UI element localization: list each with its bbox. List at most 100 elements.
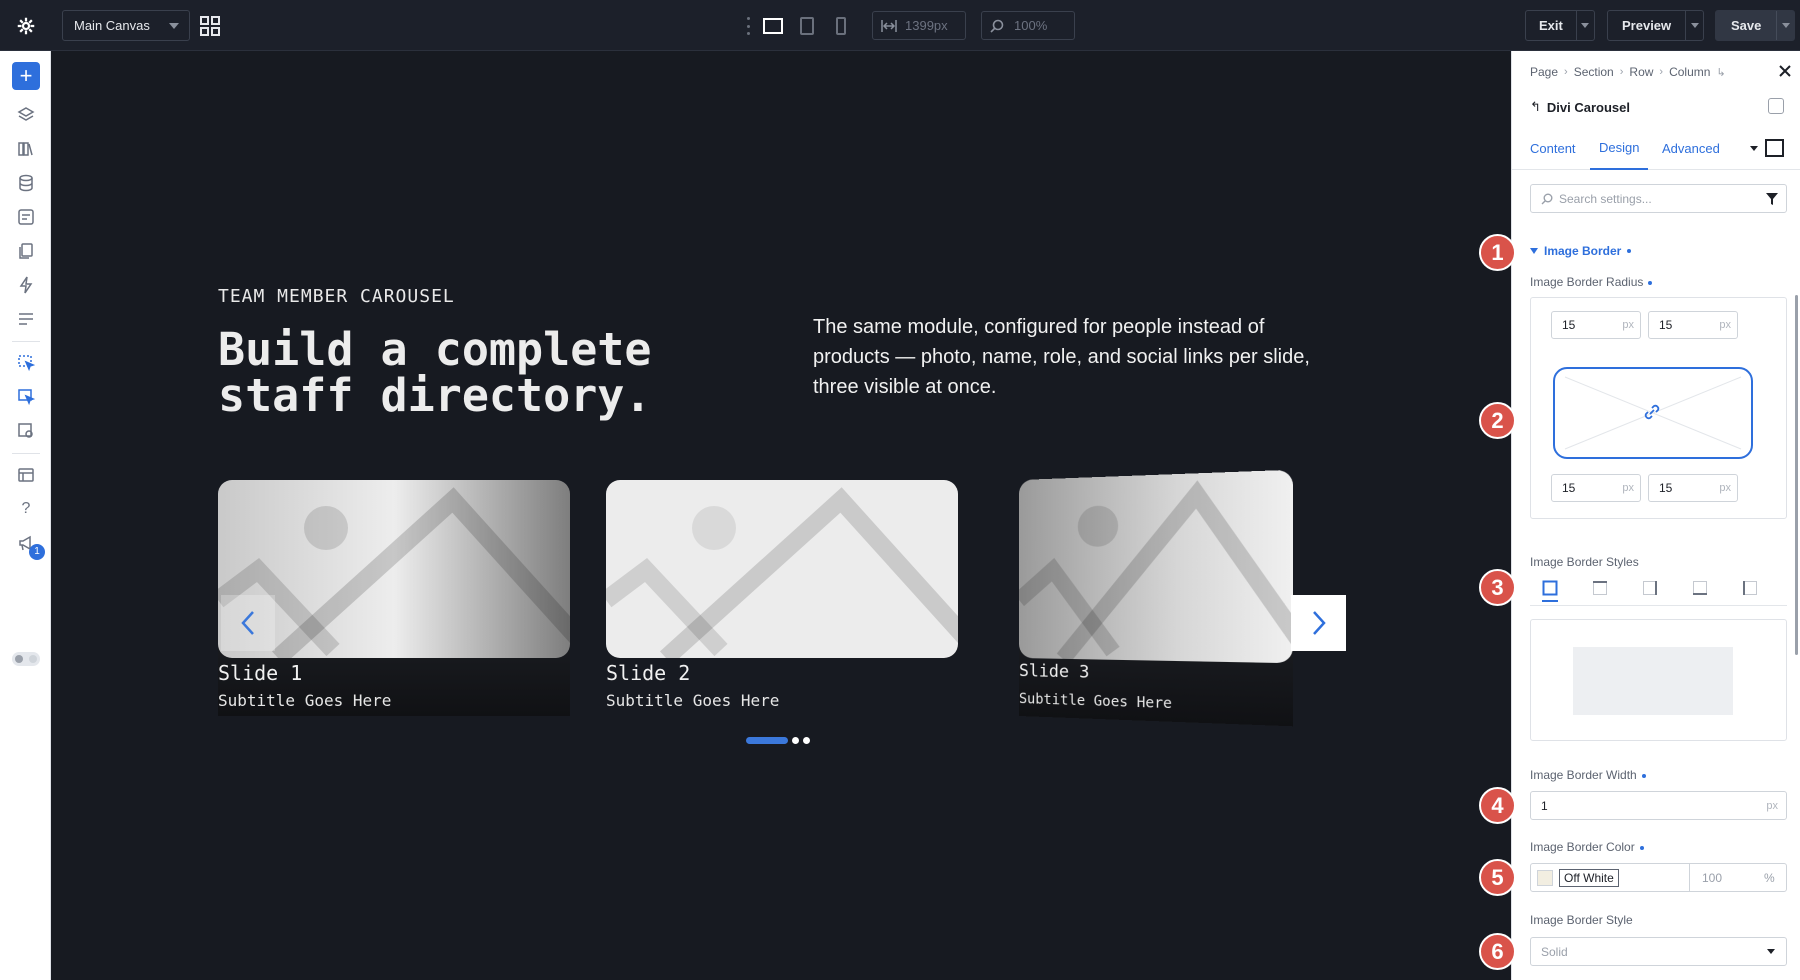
filter-icon[interactable]	[1766, 193, 1778, 205]
radius-bottom-left-input[interactable]: 15 px	[1551, 474, 1641, 502]
border-width-input[interactable]: 1 px	[1530, 791, 1787, 820]
slide-image-placeholder	[606, 480, 958, 658]
chevron-left-icon	[241, 611, 254, 635]
caret-down-icon	[1530, 248, 1538, 254]
border-bottom-icon[interactable]	[1692, 580, 1708, 596]
carousel-pagination	[746, 737, 810, 744]
carousel-prev-button[interactable]	[221, 595, 275, 651]
width-label: Image Border Width	[1530, 768, 1646, 782]
layers-icon[interactable]	[14, 103, 38, 127]
pages-icon[interactable]	[14, 239, 38, 263]
theme-toggle[interactable]	[12, 652, 40, 666]
border-left-icon[interactable]	[1742, 580, 1758, 596]
zoom-field[interactable]: 100%	[981, 11, 1075, 40]
database-icon[interactable]	[14, 171, 38, 195]
section-intro: The same module, configured for people i…	[813, 316, 1310, 398]
zoom-value: 100%	[1014, 18, 1048, 33]
desktop-view-icon[interactable]	[761, 14, 785, 38]
canvas-select[interactable]: Main Canvas	[62, 10, 190, 41]
border-side-tabs	[1530, 574, 1787, 606]
carousel-next-button[interactable]	[1291, 595, 1346, 651]
lightning-icon[interactable]	[14, 273, 38, 297]
exit-button[interactable]: Exit	[1525, 10, 1595, 41]
slide-title: Slide 3	[1019, 661, 1090, 683]
pagination-dot[interactable]	[792, 737, 799, 744]
border-style-preview	[1530, 619, 1787, 741]
chevron-down-icon	[169, 23, 179, 29]
multi-select-icon[interactable]	[14, 385, 38, 409]
close-icon[interactable]	[1778, 64, 1794, 80]
find-replace-icon[interactable]	[14, 419, 38, 443]
border-color-field[interactable]: Off White 100 %	[1530, 863, 1787, 892]
help-icon[interactable]: ?	[14, 497, 38, 521]
canvas-width-field[interactable]: 1399px	[872, 11, 966, 40]
tab-advanced[interactable]: Advanced	[1662, 127, 1720, 170]
border-top-icon[interactable]	[1592, 580, 1608, 596]
breadcrumb-item[interactable]: Column	[1669, 65, 1710, 79]
exit-dropdown-icon[interactable]	[1575, 11, 1594, 40]
breadcrumb-item[interactable]: Page	[1530, 65, 1558, 79]
image-border-section-toggle[interactable]: Image Border	[1530, 244, 1632, 258]
library-icon[interactable]	[14, 137, 38, 161]
panel-scrollbar[interactable]	[1795, 295, 1798, 655]
select-element-icon[interactable]	[14, 351, 38, 375]
section-headline: Build a complete staff directory.	[218, 323, 652, 422]
radius-top-left-input[interactable]: 15 px	[1551, 311, 1641, 339]
border-all-icon[interactable]	[1542, 576, 1558, 602]
pagination-dot[interactable]	[803, 737, 810, 744]
slide-image-placeholder	[1019, 469, 1293, 664]
more-options-icon[interactable]	[745, 17, 751, 35]
list-settings-icon[interactable]	[14, 307, 38, 331]
color-name: Off White	[1559, 868, 1619, 887]
tab-design[interactable]: Design	[1590, 127, 1649, 170]
search-settings-input[interactable]: Search settings...	[1530, 184, 1787, 213]
preview-dropdown-icon[interactable]	[1685, 11, 1703, 40]
slide-subtitle: Subtitle Goes Here	[606, 691, 780, 710]
add-module-button[interactable]: +	[12, 62, 40, 90]
tab-dropdown-icon[interactable]	[1750, 146, 1758, 151]
search-icon	[1541, 193, 1553, 204]
section-kicker: TEAM MEMBER CAROUSEL	[218, 286, 455, 307]
radius-preview	[1553, 367, 1753, 459]
settings-gear-icon[interactable]	[12, 12, 40, 40]
settings-panel: Page › Section › Row › Column ↳ ↰ Divi Caro…	[1511, 51, 1800, 980]
border-box-icon[interactable]	[1765, 139, 1784, 157]
save-label: Save	[1731, 18, 1762, 33]
carousel-slide[interactable]: Slide 3 Subtitle Goes Here	[1019, 469, 1293, 727]
border-style-select[interactable]: Solid	[1530, 937, 1787, 966]
link-icon[interactable]	[1642, 402, 1662, 422]
tablet-view-icon[interactable]	[795, 14, 819, 38]
breadcrumb-item[interactable]: Section	[1574, 65, 1614, 79]
border-radius-control: 15 px 15 px 15 px 15 px	[1530, 297, 1787, 519]
border-width-value: 1	[1541, 798, 1548, 813]
preview-button[interactable]: Preview	[1607, 10, 1705, 41]
callout-badge: 2	[1479, 402, 1516, 439]
search-icon	[990, 19, 1004, 33]
save-dropdown-icon[interactable]	[1776, 11, 1794, 40]
section-title: Image Border	[1544, 244, 1622, 258]
search-placeholder: Search settings...	[1559, 191, 1652, 206]
module-title: ↰ Divi Carousel	[1530, 99, 1630, 115]
color-swatch[interactable]	[1537, 869, 1553, 886]
radius-label: Image Border Radius	[1530, 275, 1653, 289]
form-icon[interactable]	[14, 205, 38, 229]
pagination-dot-active[interactable]	[746, 737, 788, 744]
module-options-icon[interactable]	[1768, 98, 1784, 114]
tab-content[interactable]: Content	[1530, 127, 1576, 170]
breadcrumb-item[interactable]: Row	[1629, 65, 1653, 79]
back-arrow-icon[interactable]: ↰	[1530, 99, 1541, 115]
radius-bottom-right-input[interactable]: 15 px	[1648, 474, 1738, 502]
carousel-slide[interactable]: Slide 2 Subtitle Goes Here	[606, 480, 958, 716]
module-title-text: Divi Carousel	[1546, 99, 1630, 115]
save-button[interactable]: Save	[1715, 10, 1796, 41]
device-controls	[745, 12, 853, 40]
grid-view-icon[interactable]	[198, 14, 222, 38]
phone-view-icon[interactable]	[829, 14, 853, 38]
radius-top-right-input[interactable]: 15 px	[1648, 311, 1738, 339]
border-right-icon[interactable]	[1642, 580, 1658, 596]
canvas-width-value: 1399px	[905, 18, 948, 33]
page-settings-icon[interactable]	[14, 463, 38, 487]
color-label: Image Border Color	[1530, 840, 1644, 854]
opacity-input[interactable]: 100 %	[1689, 864, 1775, 891]
width-arrows-icon	[881, 19, 897, 32]
